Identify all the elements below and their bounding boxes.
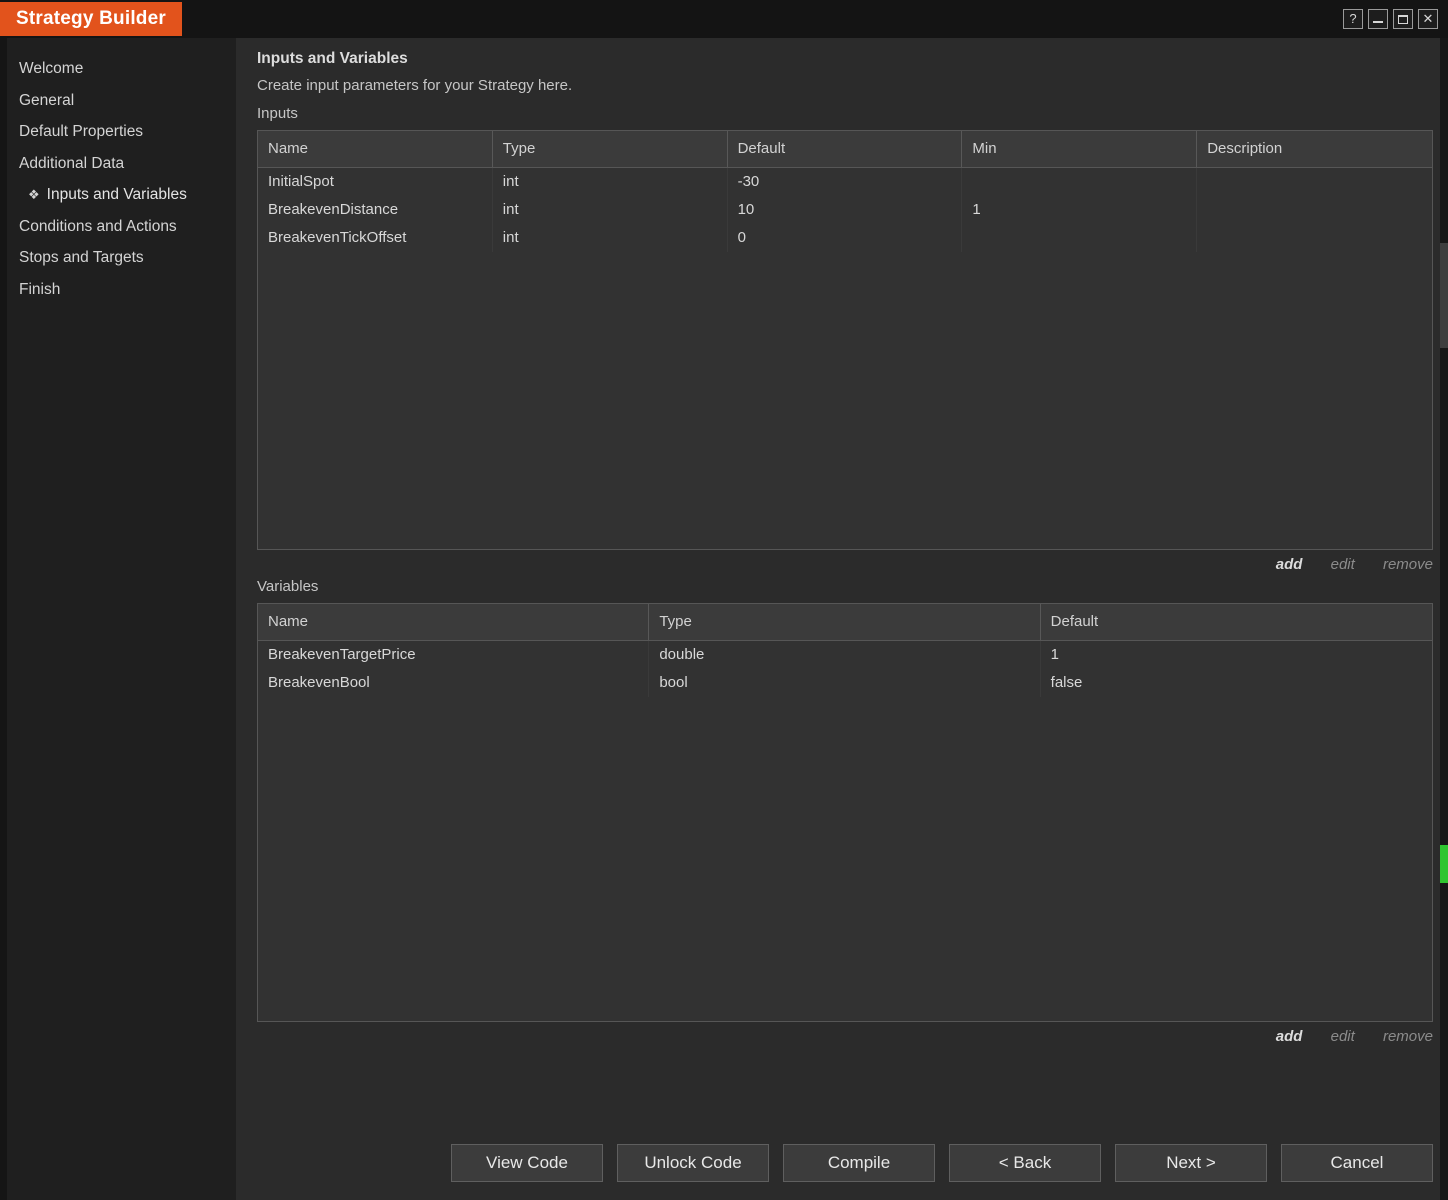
inputs-add-link[interactable]: add xyxy=(1276,556,1303,573)
inputs-remove-link[interactable]: remove xyxy=(1383,556,1433,573)
cell-default: -30 xyxy=(728,168,963,196)
sidebar-item-default-properties[interactable]: Default Properties xyxy=(7,116,236,148)
page-subtitle: Create input parameters for your Strateg… xyxy=(257,77,573,94)
column-header-type[interactable]: Type xyxy=(493,131,728,167)
maximize-icon xyxy=(1398,14,1408,24)
window-controls: ? ✕ xyxy=(1343,9,1438,29)
close-button[interactable]: ✕ xyxy=(1418,9,1438,29)
back-button[interactable]: < Back xyxy=(949,1144,1101,1182)
sidebar-item-inputs-and-variables[interactable]: ❖ Inputs and Variables xyxy=(7,179,236,211)
sidebar-item-welcome[interactable]: Welcome xyxy=(7,53,236,85)
sidebar-item-label: Inputs and Variables xyxy=(46,186,187,203)
strategy-builder-window: Strategy Builder ? ✕ Welcome General Def… xyxy=(0,0,1448,1200)
question-icon: ? xyxy=(1349,11,1357,26)
cell-default: 0 xyxy=(728,224,963,252)
help-button[interactable]: ? xyxy=(1343,9,1363,29)
cell-default: 1 xyxy=(1050,646,1059,663)
column-header-name[interactable]: Name xyxy=(258,131,493,167)
sidebar-item-stops-and-targets[interactable]: Stops and Targets xyxy=(7,242,236,274)
table-row[interactable]: BreakevenBool bool false xyxy=(258,669,1432,697)
cell-type: int xyxy=(493,168,728,196)
variables-section-label: Variables xyxy=(257,578,319,595)
variables-table-actions: add edit remove xyxy=(257,1028,1433,1048)
cell-name: BreakevenTickOffset xyxy=(258,224,493,252)
scrollbar-green-marker xyxy=(1440,845,1448,883)
column-header-min[interactable]: Min xyxy=(962,131,1198,167)
compile-button[interactable]: Compile xyxy=(783,1144,935,1182)
table-row[interactable]: BreakevenTargetPrice double 1 xyxy=(258,641,1432,669)
table-row[interactable]: BreakevenTickOffset int 0 xyxy=(258,224,1432,252)
page-title: Inputs and Variables xyxy=(257,50,408,67)
cell-name: InitialSpot xyxy=(258,168,493,196)
inputs-edit-link[interactable]: edit xyxy=(1331,556,1355,573)
cell-default: false xyxy=(1050,674,1083,691)
cell-description xyxy=(1197,224,1432,252)
next-button[interactable]: Next > xyxy=(1115,1144,1267,1182)
current-step-icon: ❖ xyxy=(28,187,40,202)
table-row[interactable]: InitialSpot int -30 xyxy=(258,168,1432,196)
vertical-scrollbar[interactable] xyxy=(1440,38,1448,1200)
column-header-type[interactable]: Type xyxy=(649,604,1041,640)
sidebar-item-conditions-and-actions[interactable]: Conditions and Actions xyxy=(7,211,236,243)
cell-min: 1 xyxy=(962,196,1198,224)
cell-type: bool xyxy=(649,669,1041,697)
cell-default: 10 xyxy=(728,196,963,224)
inputs-section-label: Inputs xyxy=(257,105,298,122)
variables-add-link[interactable]: add xyxy=(1276,1028,1303,1045)
cell-type: int xyxy=(493,224,728,252)
cell-type: double xyxy=(649,641,1041,669)
column-header-name[interactable]: Name xyxy=(258,604,650,640)
view-code-button[interactable]: View Code xyxy=(451,1144,603,1182)
cell-description xyxy=(1197,168,1432,196)
maximize-button[interactable] xyxy=(1393,9,1413,29)
column-header-default[interactable]: Default xyxy=(1041,604,1432,640)
column-header-description[interactable]: Description xyxy=(1197,131,1432,167)
variables-table: Name Type Default BreakevenTargetPrice d… xyxy=(257,603,1433,1022)
inputs-table: Name Type Default Min Description Initia… xyxy=(257,130,1433,550)
sidebar-item-finish[interactable]: Finish xyxy=(7,274,236,306)
variables-edit-link[interactable]: edit xyxy=(1331,1028,1355,1045)
scrollbar-thumb[interactable] xyxy=(1440,243,1448,348)
inputs-table-header: Name Type Default Min Description xyxy=(258,131,1432,168)
cell-name: BreakevenBool xyxy=(258,669,650,697)
sidebar-item-general[interactable]: General xyxy=(7,85,236,117)
cancel-button[interactable]: Cancel xyxy=(1281,1144,1433,1182)
column-header-default[interactable]: Default xyxy=(728,131,963,167)
table-row[interactable]: BreakevenDistance int 10 1 xyxy=(258,196,1432,224)
cell-type: int xyxy=(493,196,728,224)
window-title: Strategy Builder xyxy=(0,2,182,36)
title-bar: Strategy Builder ? ✕ xyxy=(0,0,1448,38)
cell-min xyxy=(962,224,1198,252)
cell-min xyxy=(962,168,1198,196)
inputs-table-actions: add edit remove xyxy=(257,556,1433,576)
main-panel: Inputs and Variables Create input parame… xyxy=(236,38,1448,1200)
close-icon: ✕ xyxy=(1422,11,1434,26)
minimize-icon xyxy=(1373,15,1383,23)
cell-name: BreakevenDistance xyxy=(258,196,493,224)
variables-remove-link[interactable]: remove xyxy=(1383,1028,1433,1045)
minimize-button[interactable] xyxy=(1368,9,1388,29)
cell-description xyxy=(1197,196,1432,224)
wizard-steps-sidebar: Welcome General Default Properties Addit… xyxy=(0,38,236,1200)
variables-table-header: Name Type Default xyxy=(258,604,1432,641)
cell-name: BreakevenTargetPrice xyxy=(258,641,650,669)
unlock-code-button[interactable]: Unlock Code xyxy=(617,1144,769,1182)
sidebar-item-additional-data[interactable]: Additional Data xyxy=(7,148,236,180)
bottom-button-row: View Code Unlock Code Compile < Back Nex… xyxy=(451,1144,1433,1182)
